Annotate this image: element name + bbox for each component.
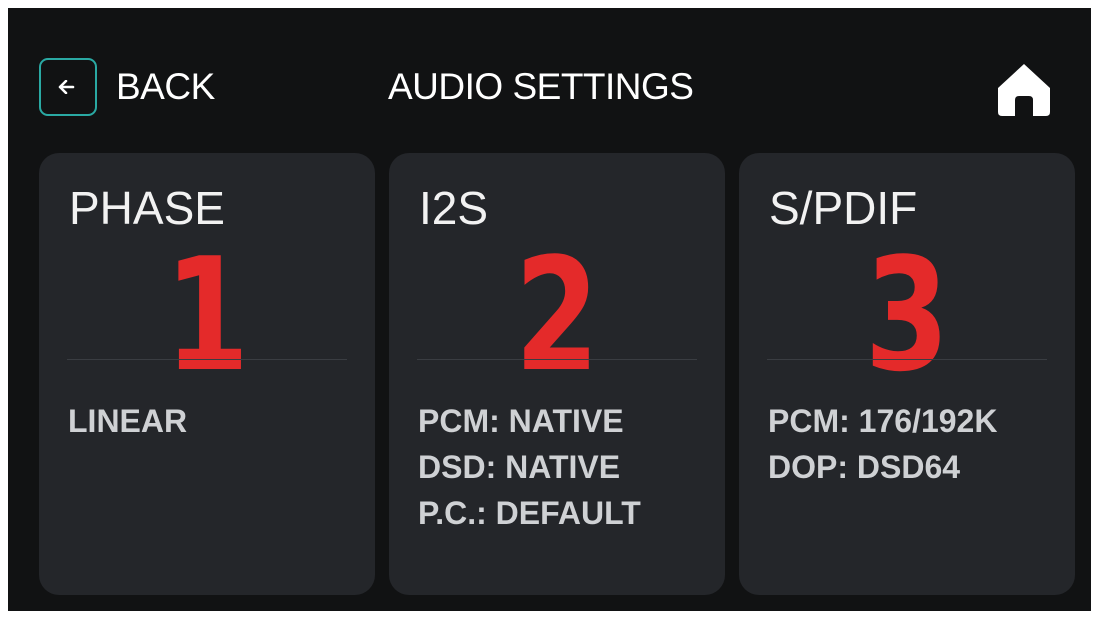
home-button[interactable]: [996, 60, 1052, 118]
card-detail-line: DSD: NATIVE: [418, 449, 621, 485]
card-spdif[interactable]: S/PDIF 3 PCM: 176/192K DOP: DSD64: [739, 153, 1075, 595]
card-divider: [67, 359, 347, 360]
card-number: 3: [864, 224, 950, 406]
card-detail-line: P.C.: DEFAULT: [418, 495, 641, 531]
card-detail-line: PCM: 176/192K: [768, 403, 998, 439]
card-divider: [767, 359, 1047, 360]
card-detail-line: LINEAR: [68, 403, 188, 439]
card-divider: [417, 359, 697, 360]
card-detail-line: DOP: DSD64: [768, 449, 961, 485]
back-button[interactable]: BACK: [39, 58, 215, 116]
card-details: LINEAR: [68, 398, 187, 444]
arrow-left-icon: [58, 80, 75, 94]
back-icon-box[interactable]: [39, 58, 97, 116]
card-details: PCM: 176/192K DOP: DSD64: [768, 398, 997, 490]
card-phase[interactable]: PHASE 1 LINEAR: [39, 153, 375, 595]
page-title: AUDIO SETTINGS: [388, 66, 694, 107]
back-label: BACK: [116, 66, 215, 107]
audio-settings-screen: BACK AUDIO SETTINGS PHASE 1 LINEAR I2S 2…: [8, 8, 1091, 611]
card-number: 2: [514, 224, 600, 406]
card-number: 1: [164, 224, 250, 406]
home-icon: [998, 64, 1050, 116]
header: BACK AUDIO SETTINGS: [8, 8, 1091, 148]
card-details: PCM: NATIVE DSD: NATIVE P.C.: DEFAULT: [418, 398, 641, 536]
card-detail-line: PCM: NATIVE: [418, 403, 624, 439]
card-title: I2S: [419, 182, 489, 234]
card-i2s[interactable]: I2S 2 PCM: NATIVE DSD: NATIVE P.C.: DEFA…: [389, 153, 725, 595]
